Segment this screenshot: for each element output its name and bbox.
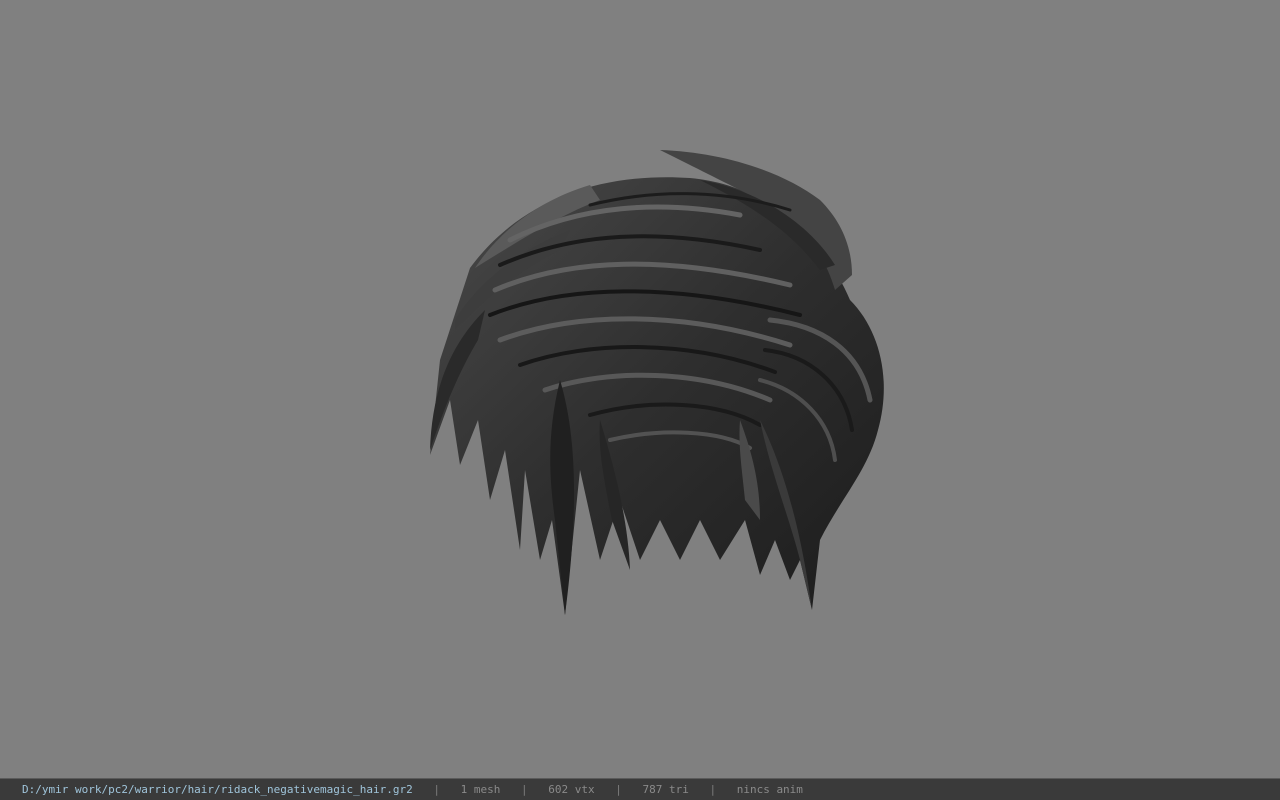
status-separator: | [433,783,440,796]
hair-model [430,150,884,615]
3d-viewport[interactable] [0,0,1280,778]
status-bar: D:/ymir work/pc2/warrior/hair/ridack_neg… [0,778,1280,800]
animation-status-text: nincs anim [736,783,803,796]
vertex-count-text: 602 vtx [548,783,595,796]
status-separator: | [709,783,717,796]
status-separator: | [520,783,528,796]
status-separator: | [615,783,622,796]
file-path-text: D:/ymir work/pc2/warrior/hair/ridack_neg… [22,783,413,796]
triangle-count-text: 787 tri [642,783,689,796]
mesh-count-text: 1 mesh [460,783,501,796]
